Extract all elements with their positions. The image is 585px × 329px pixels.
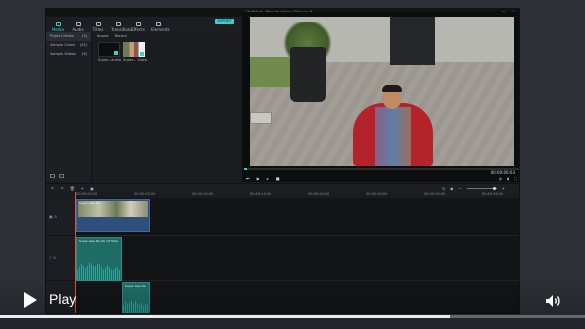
media-item-video[interactable] <box>123 42 145 57</box>
player-progress-bar[interactable] <box>0 315 585 318</box>
media-item-audio[interactable] <box>98 42 120 57</box>
playback-controls: ⏮ ▶ ▸ ■ <box>246 176 279 181</box>
delete-icon[interactable]: 🗑 <box>70 186 75 191</box>
video-player-frame: Untitled - Wondershare Filmora 9 – □ × M… <box>0 0 585 329</box>
elements-icon <box>155 22 161 26</box>
snapshot-icon[interactable]: ◎ <box>499 176 503 181</box>
tab-elements[interactable]: Elements <box>151 22 170 32</box>
video-track: Super Awe Re... <box>76 198 519 236</box>
media-tabs: Media Audio Titles Transitions Effects E… <box>46 17 241 32</box>
video-frame[interactable] <box>250 17 514 166</box>
timeline-view-tools: ◷ ◆ − + <box>442 186 505 191</box>
crop-icon[interactable]: ▣ <box>90 186 94 191</box>
play-icon[interactable]: ▶ <box>257 176 260 181</box>
cut-icon[interactable]: ✂ <box>81 186 84 191</box>
record-button[interactable]: Record <box>115 34 127 38</box>
timeline-tools: ↶ ↷ 🗑 ✂ ▣ <box>51 186 94 191</box>
import-button[interactable]: Import <box>97 34 109 38</box>
folder-icon[interactable] <box>59 174 64 178</box>
play-button[interactable] <box>22 292 38 308</box>
zoom-out-icon[interactable]: − <box>458 186 461 191</box>
preview-timecode: 00:00:00:03 <box>490 170 515 175</box>
music-icon <box>75 22 81 26</box>
media-item-label: Super... Video <box>123 58 147 62</box>
audio-clip[interactable]: Super Awe Re Ver Of Tade <box>76 237 122 281</box>
video-track-header: ▣ ⊙ <box>46 198 76 236</box>
fullscreen-icon[interactable]: ⛶ <box>514 176 517 181</box>
filmora-window: Untitled - Wondershare Filmora 9 – □ × M… <box>45 8 520 314</box>
media-toolbar: Import Record <box>93 32 241 40</box>
tab-transitions[interactable]: Transitions <box>111 22 132 32</box>
timeline-toolbar: ↶ ↷ 🗑 ✂ ▣ ◷ ◆ − + <box>46 183 519 192</box>
zoom-knob[interactable] <box>492 187 496 190</box>
render-icon[interactable]: ◷ <box>442 186 446 191</box>
undo-icon[interactable]: ↶ <box>51 186 54 191</box>
export-button[interactable]: EXPORT <box>215 19 234 24</box>
stop-icon[interactable]: ■ <box>276 176 280 181</box>
play-label[interactable]: Play <box>49 291 76 307</box>
volume-icon[interactable] <box>545 293 563 307</box>
media-sidebar: Project Media (3) Sample Colors (25) Sampl… <box>46 32 92 182</box>
video-track-icon: ▣ ⊙ <box>49 214 58 219</box>
tab-audio[interactable]: Audio <box>71 22 85 32</box>
media-item-label: Super...audio <box>98 58 121 62</box>
preview-panel: 00:00:00:03 ⏮ ▶ ▸ ■ ◎ ◖ ⛶ <box>242 12 519 182</box>
ruler-tick: 00:00:25:00 <box>366 192 388 196</box>
marker-icon[interactable]: ◆ <box>450 186 453 191</box>
check-icon <box>114 51 118 55</box>
text-icon <box>95 22 101 26</box>
zoom-slider[interactable] <box>466 187 497 190</box>
redo-icon[interactable]: ↷ <box>60 186 63 191</box>
ruler-tick: 00:00:15:00 <box>250 192 272 196</box>
video-clip[interactable]: Super Awe Re... <box>76 199 150 232</box>
media-library: Import Record Super...audio Super... Vid… <box>93 32 241 182</box>
tab-titles[interactable]: Titles <box>91 22 105 32</box>
sidebar-item-sample-videos[interactable]: Sample Videos (8) <box>46 50 91 59</box>
step-forward-icon[interactable]: ▸ <box>267 176 269 181</box>
ruler-tick: 00:00:35:00 <box>482 192 504 196</box>
sidebar-item-sample-colors[interactable]: Sample Colors (25) <box>46 41 91 50</box>
audio-track-header: ♪ ⊙ <box>46 236 76 281</box>
person-figure <box>345 85 440 166</box>
ruler-tick: 00:00:05:00 <box>134 192 156 196</box>
audio-track: Super Awe Re Ver Of Tade <box>76 236 519 281</box>
sidebar-actions <box>50 174 64 178</box>
effects-icon <box>135 22 141 26</box>
ruler-tick: 00:00:20:00 <box>308 192 330 196</box>
volume-icon[interactable]: ◖ <box>507 176 509 181</box>
tab-effects[interactable]: Effects <box>131 22 145 32</box>
tab-media[interactable]: Media <box>51 22 65 32</box>
zoom-in-icon[interactable]: + <box>502 186 505 191</box>
sidebar-item-project-media[interactable]: Project Media (3) <box>46 32 91 41</box>
player-progress-fill <box>0 315 451 318</box>
skip-back-icon[interactable]: ⏮ <box>246 176 250 181</box>
player-controls-bar <box>0 280 585 329</box>
folder-icon <box>55 22 61 26</box>
ruler-tick: 00:00:00:00 <box>76 192 98 196</box>
ruler-tick: 00:00:10:00 <box>192 192 214 196</box>
check-icon <box>140 52 144 56</box>
audio-track-icon: ♪ ⊙ <box>49 255 57 260</box>
transition-icon <box>115 22 121 26</box>
preview-options: ◎ ◖ ⛶ <box>499 176 517 181</box>
ruler-tick: 00:00:30:00 <box>424 192 446 196</box>
audio-waveform <box>77 261 121 280</box>
add-folder-icon[interactable] <box>50 174 55 178</box>
preview-progress-bar[interactable] <box>244 168 519 170</box>
